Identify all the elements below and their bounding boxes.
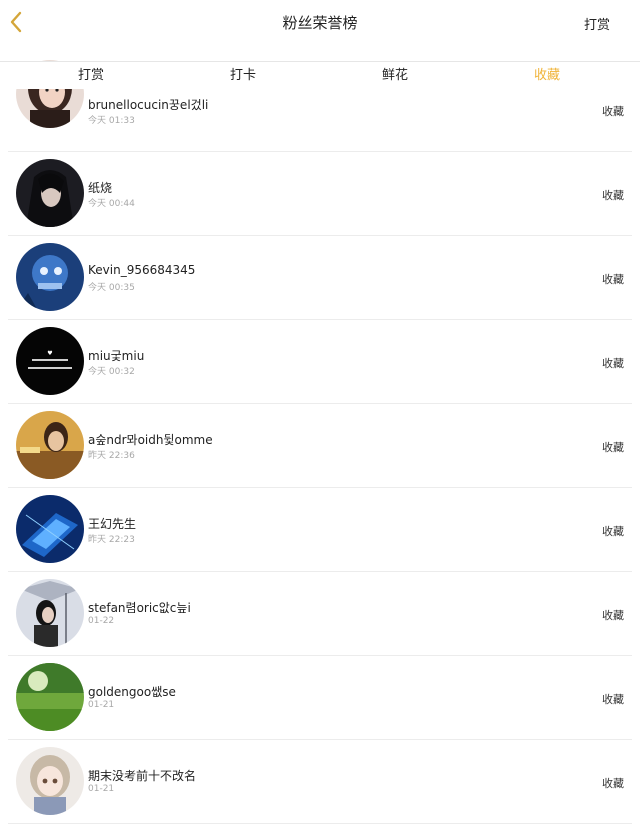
fan-time: 01-21 xyxy=(88,784,115,794)
fan-honor-list-screen: 粉丝荣誉榜 打赏 打赏 打卡 鲜花 收藏 brunellocucin꿍el겄li… xyxy=(0,0,640,824)
list-item[interactable]: goldengoo쌦se 01-21 收藏 xyxy=(8,656,632,740)
fan-time: 昨天 22:23 xyxy=(88,535,135,545)
list-item[interactable]: stefan렴oric앖c늪i 01-22 收藏 xyxy=(8,572,632,656)
list-item[interactable]: a숲ndr뫄oidh뒻omme 昨天 22:36 收藏 xyxy=(8,404,632,488)
fan-name: 纸烧 xyxy=(88,181,113,195)
fan-name: stefan렴oric앖c늪i xyxy=(88,601,191,615)
tab-bar: 打赏 打卡 鲜花 收藏 xyxy=(0,61,640,89)
fan-time: 今天 00:35 xyxy=(88,283,135,293)
favorite-action[interactable]: 收藏 xyxy=(602,439,624,455)
tab-favorites[interactable]: 收藏 xyxy=(471,62,623,89)
list-item[interactable]: 纸烧 今天 00:44 收藏 xyxy=(8,152,632,236)
list-item[interactable]: Kevin_956684345 今天 00:35 收藏 xyxy=(8,236,632,320)
avatar[interactable]: ♥ xyxy=(16,327,84,395)
avatar[interactable] xyxy=(16,663,84,731)
favorite-action[interactable]: 收藏 xyxy=(602,271,624,287)
fan-name: brunellocucin꿍el겄li xyxy=(88,98,209,112)
avatar[interactable] xyxy=(16,495,84,563)
fan-time: 昨天 22:36 xyxy=(88,451,135,461)
fan-name: goldengoo쌦se xyxy=(88,685,176,699)
favorite-action[interactable]: 收藏 xyxy=(602,607,624,623)
fan-list[interactable]: brunellocucin꿍el겄li 今天 01:33 收藏 纸烧 今天 00… xyxy=(0,60,640,824)
favorite-action[interactable]: 收藏 xyxy=(602,103,624,119)
favorite-action[interactable]: 收藏 xyxy=(602,355,624,371)
avatar[interactable] xyxy=(16,411,84,479)
fan-name: a숲ndr뫄oidh뒻omme xyxy=(88,433,213,447)
favorite-action[interactable]: 收藏 xyxy=(602,523,624,539)
avatar[interactable] xyxy=(16,747,84,815)
fan-time: 今天 00:32 xyxy=(88,367,135,377)
favorite-action[interactable]: 收藏 xyxy=(602,691,624,707)
fan-time: 今天 01:33 xyxy=(88,116,135,126)
svg-text:♥: ♥ xyxy=(47,350,52,357)
list-item[interactable]: ♥ miu궃miu 今天 00:32 收藏 xyxy=(8,320,632,404)
fan-name: Kevin_956684345 xyxy=(88,263,196,277)
fan-name: 期末没考前十不改名 xyxy=(88,769,197,783)
fan-name: miu궃miu xyxy=(88,349,145,363)
avatar[interactable] xyxy=(16,159,84,227)
favorite-action[interactable]: 收藏 xyxy=(602,187,624,203)
list-item[interactable]: 王幻先生 昨天 22:23 收藏 xyxy=(8,488,632,572)
fan-name: 王幻先生 xyxy=(88,517,137,531)
tab-checkin[interactable]: 打卡 xyxy=(167,62,319,89)
tab-flowers[interactable]: 鲜花 xyxy=(319,62,471,89)
avatar[interactable] xyxy=(16,243,84,311)
tip-button[interactable]: 打赏 xyxy=(584,14,610,33)
fan-time: 01-22 xyxy=(88,616,115,626)
list-item[interactable]: 期末没考前十不改名 01-21 收藏 xyxy=(8,740,632,824)
favorite-action[interactable]: 收藏 xyxy=(602,775,624,791)
fan-time: 今天 00:44 xyxy=(88,199,135,209)
tab-tip[interactable]: 打赏 xyxy=(15,62,167,89)
fan-time: 01-21 xyxy=(88,700,115,710)
nav-header: 粉丝荣誉榜 打赏 xyxy=(0,0,640,60)
page-title: 粉丝荣誉榜 xyxy=(282,14,358,32)
avatar[interactable] xyxy=(16,579,84,647)
